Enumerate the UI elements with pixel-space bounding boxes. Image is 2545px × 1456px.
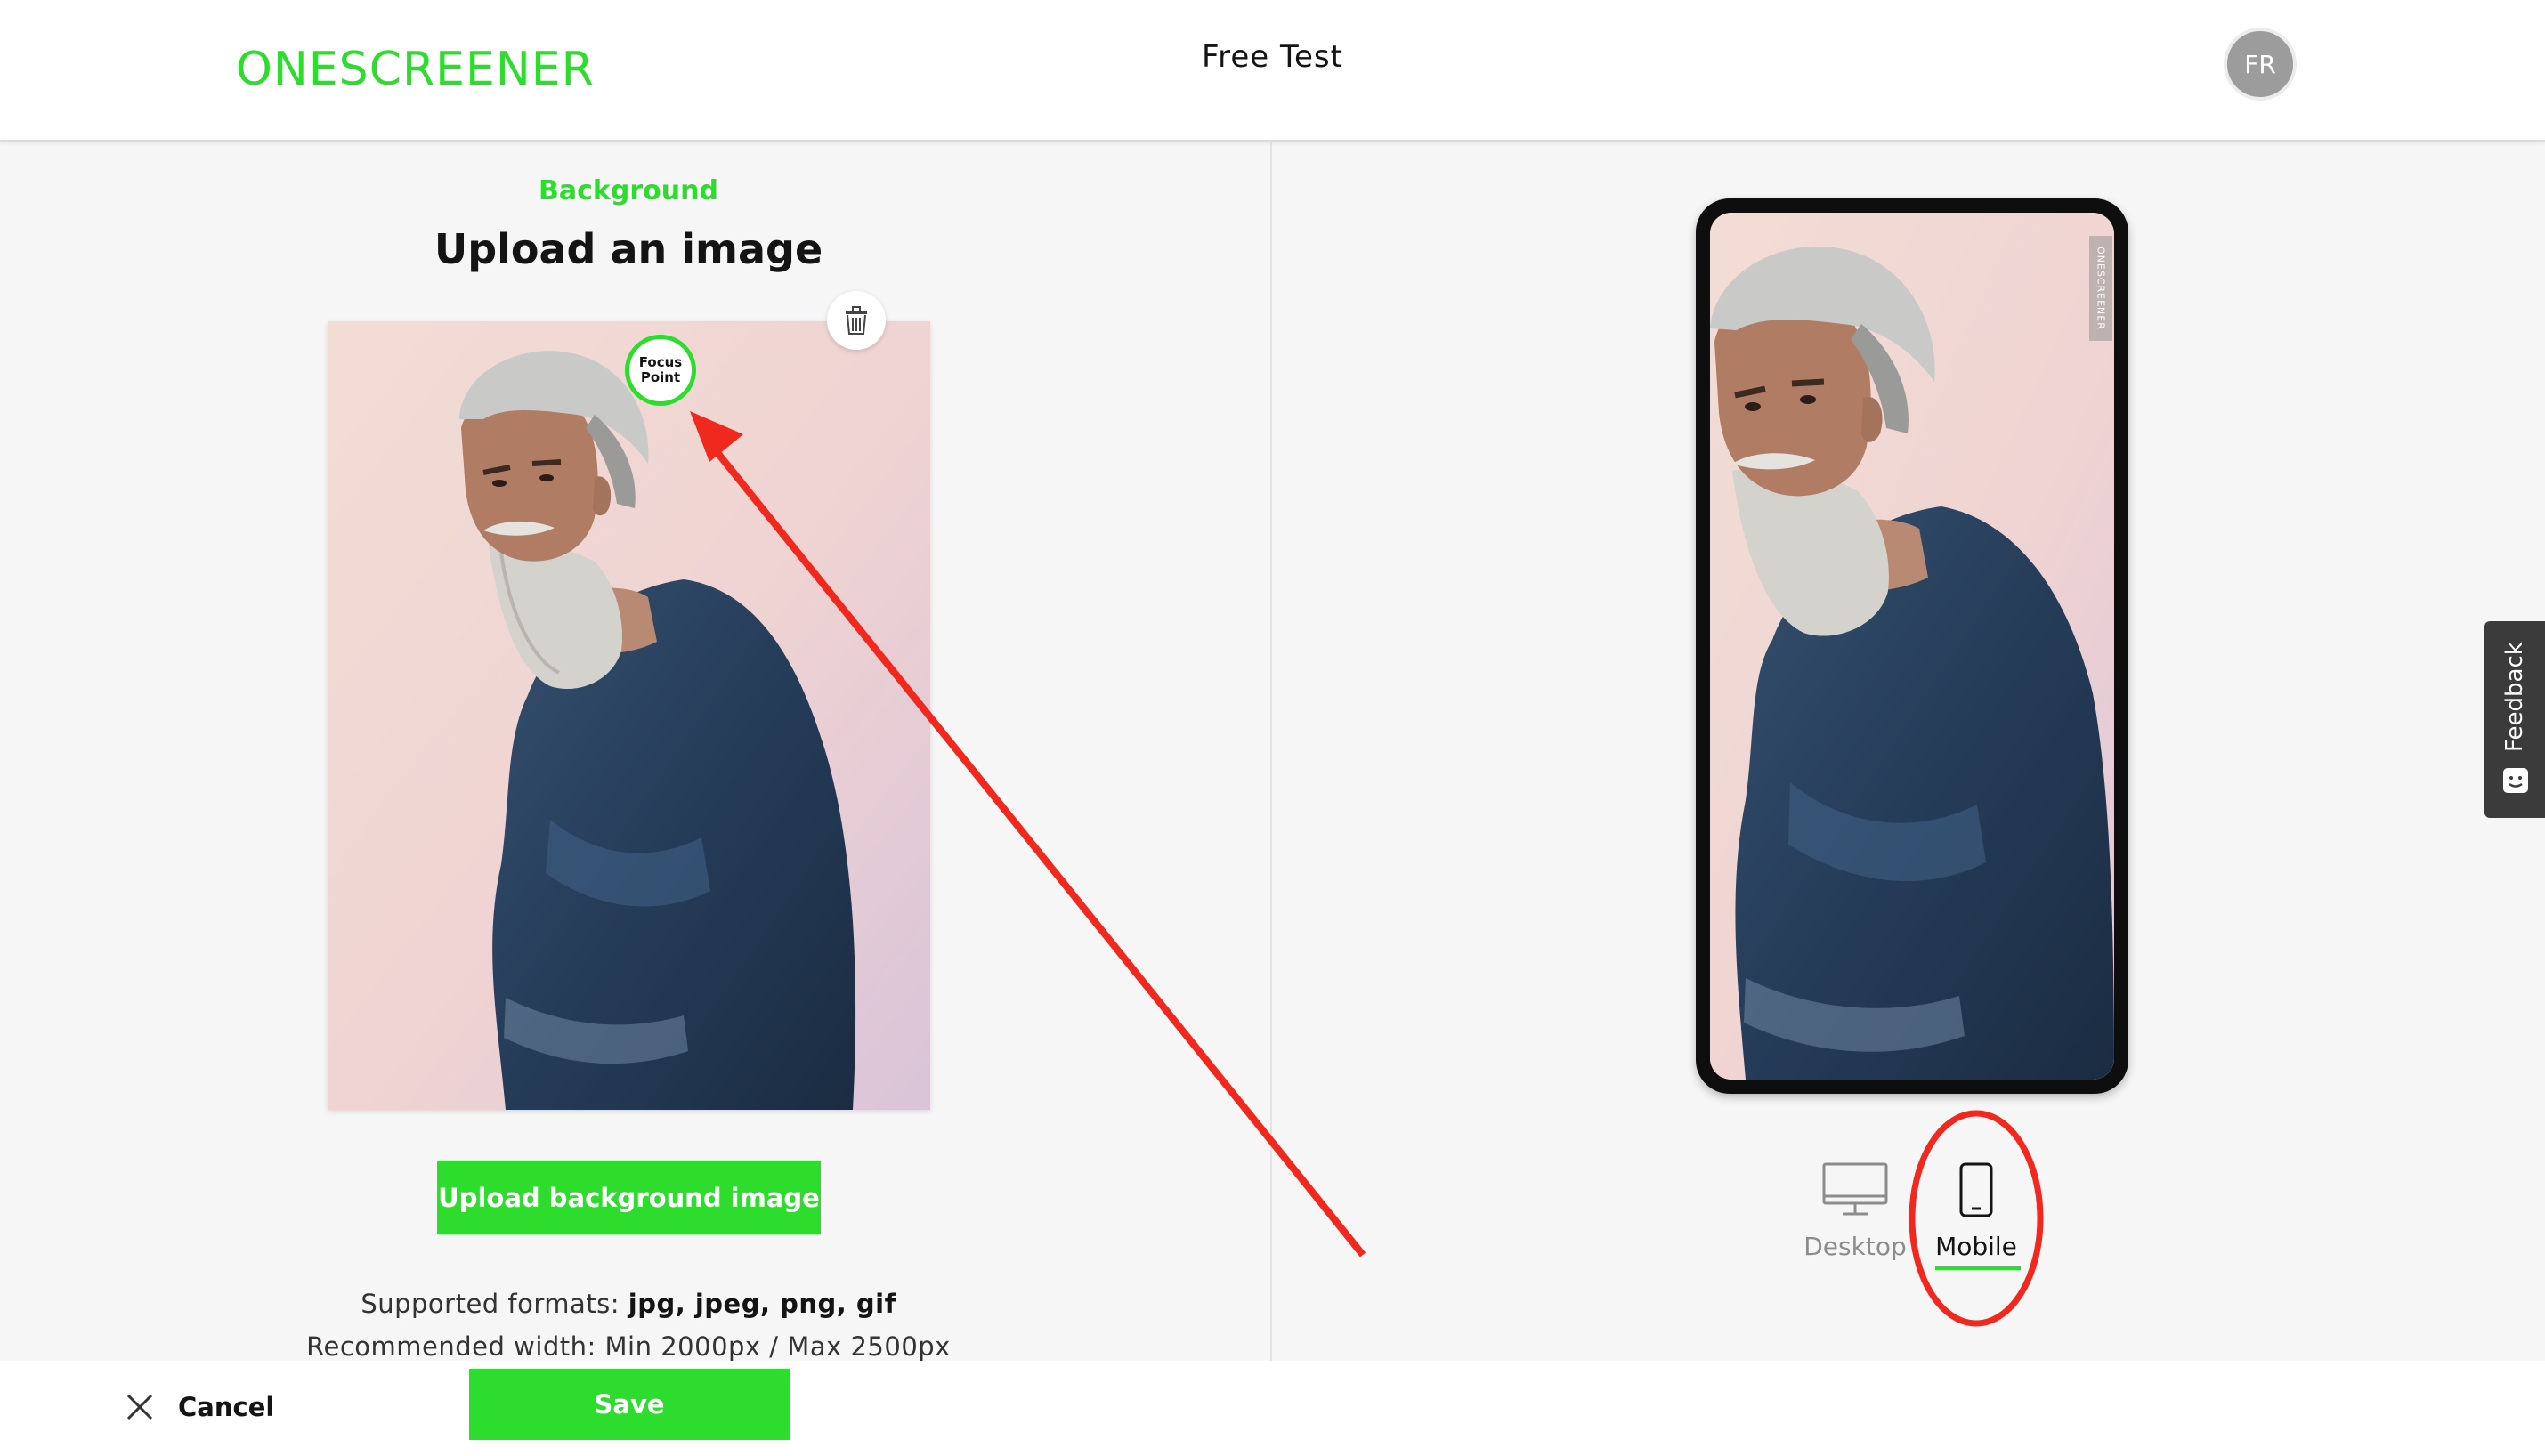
formats-value: jpg, jpeg, png, gif (628, 1289, 896, 1319)
device-toggle-desktop[interactable]: Desktop (1802, 1161, 1909, 1261)
preview-portrait-photo (1710, 213, 2114, 1080)
device-label-mobile: Mobile (1935, 1232, 2017, 1261)
mobile-phone-icon (1959, 1162, 1993, 1217)
save-button[interactable]: Save (469, 1369, 790, 1440)
top-header: ONESCREENER Free Test FR (0, 0, 2545, 142)
recommended-width-text: Recommended width: Min 2000px / Max 2500… (306, 1331, 951, 1362)
cancel-button[interactable]: Cancel (125, 1380, 274, 1434)
cancel-label: Cancel (178, 1392, 275, 1422)
feedback-tab[interactable]: Feedback (2484, 621, 2545, 818)
formats-prefix: Supported formats: (361, 1289, 628, 1319)
delete-image-button[interactable] (827, 291, 886, 350)
bottom-action-bar: Cancel Save (0, 1361, 2545, 1456)
focus-point-label-top: Focus (638, 354, 683, 370)
selected-device-indicator (1935, 1266, 2021, 1270)
preview-watermark: ONESCREENER (2089, 236, 2112, 341)
portrait-photo (328, 321, 930, 1110)
feedback-smiley-icon (2503, 768, 2528, 793)
mobile-preview-frame (1696, 198, 2128, 1094)
desktop-icon (1822, 1162, 1888, 1216)
device-toggle-mobile[interactable]: Mobile (1923, 1161, 2030, 1261)
focus-point-marker[interactable]: Focus Point (625, 335, 696, 406)
trash-icon (846, 306, 867, 335)
section-title: Upload an image (434, 225, 823, 273)
focus-point-label-bottom: Point (640, 369, 681, 385)
upload-background-image-button[interactable]: Upload background image (437, 1161, 821, 1234)
project-title: Free Test (1202, 39, 1343, 75)
user-avatar[interactable]: FR (2224, 28, 2297, 101)
device-label-desktop: Desktop (1803, 1232, 1907, 1261)
supported-formats-text: Supported formats: jpg, jpeg, png, gif (0, 1289, 1257, 1319)
mobile-preview-screen (1710, 213, 2114, 1080)
feedback-label: Feedback (2501, 642, 2528, 752)
section-label: Background (539, 175, 718, 206)
close-icon (126, 1394, 153, 1420)
background-image-preview[interactable] (328, 321, 930, 1110)
